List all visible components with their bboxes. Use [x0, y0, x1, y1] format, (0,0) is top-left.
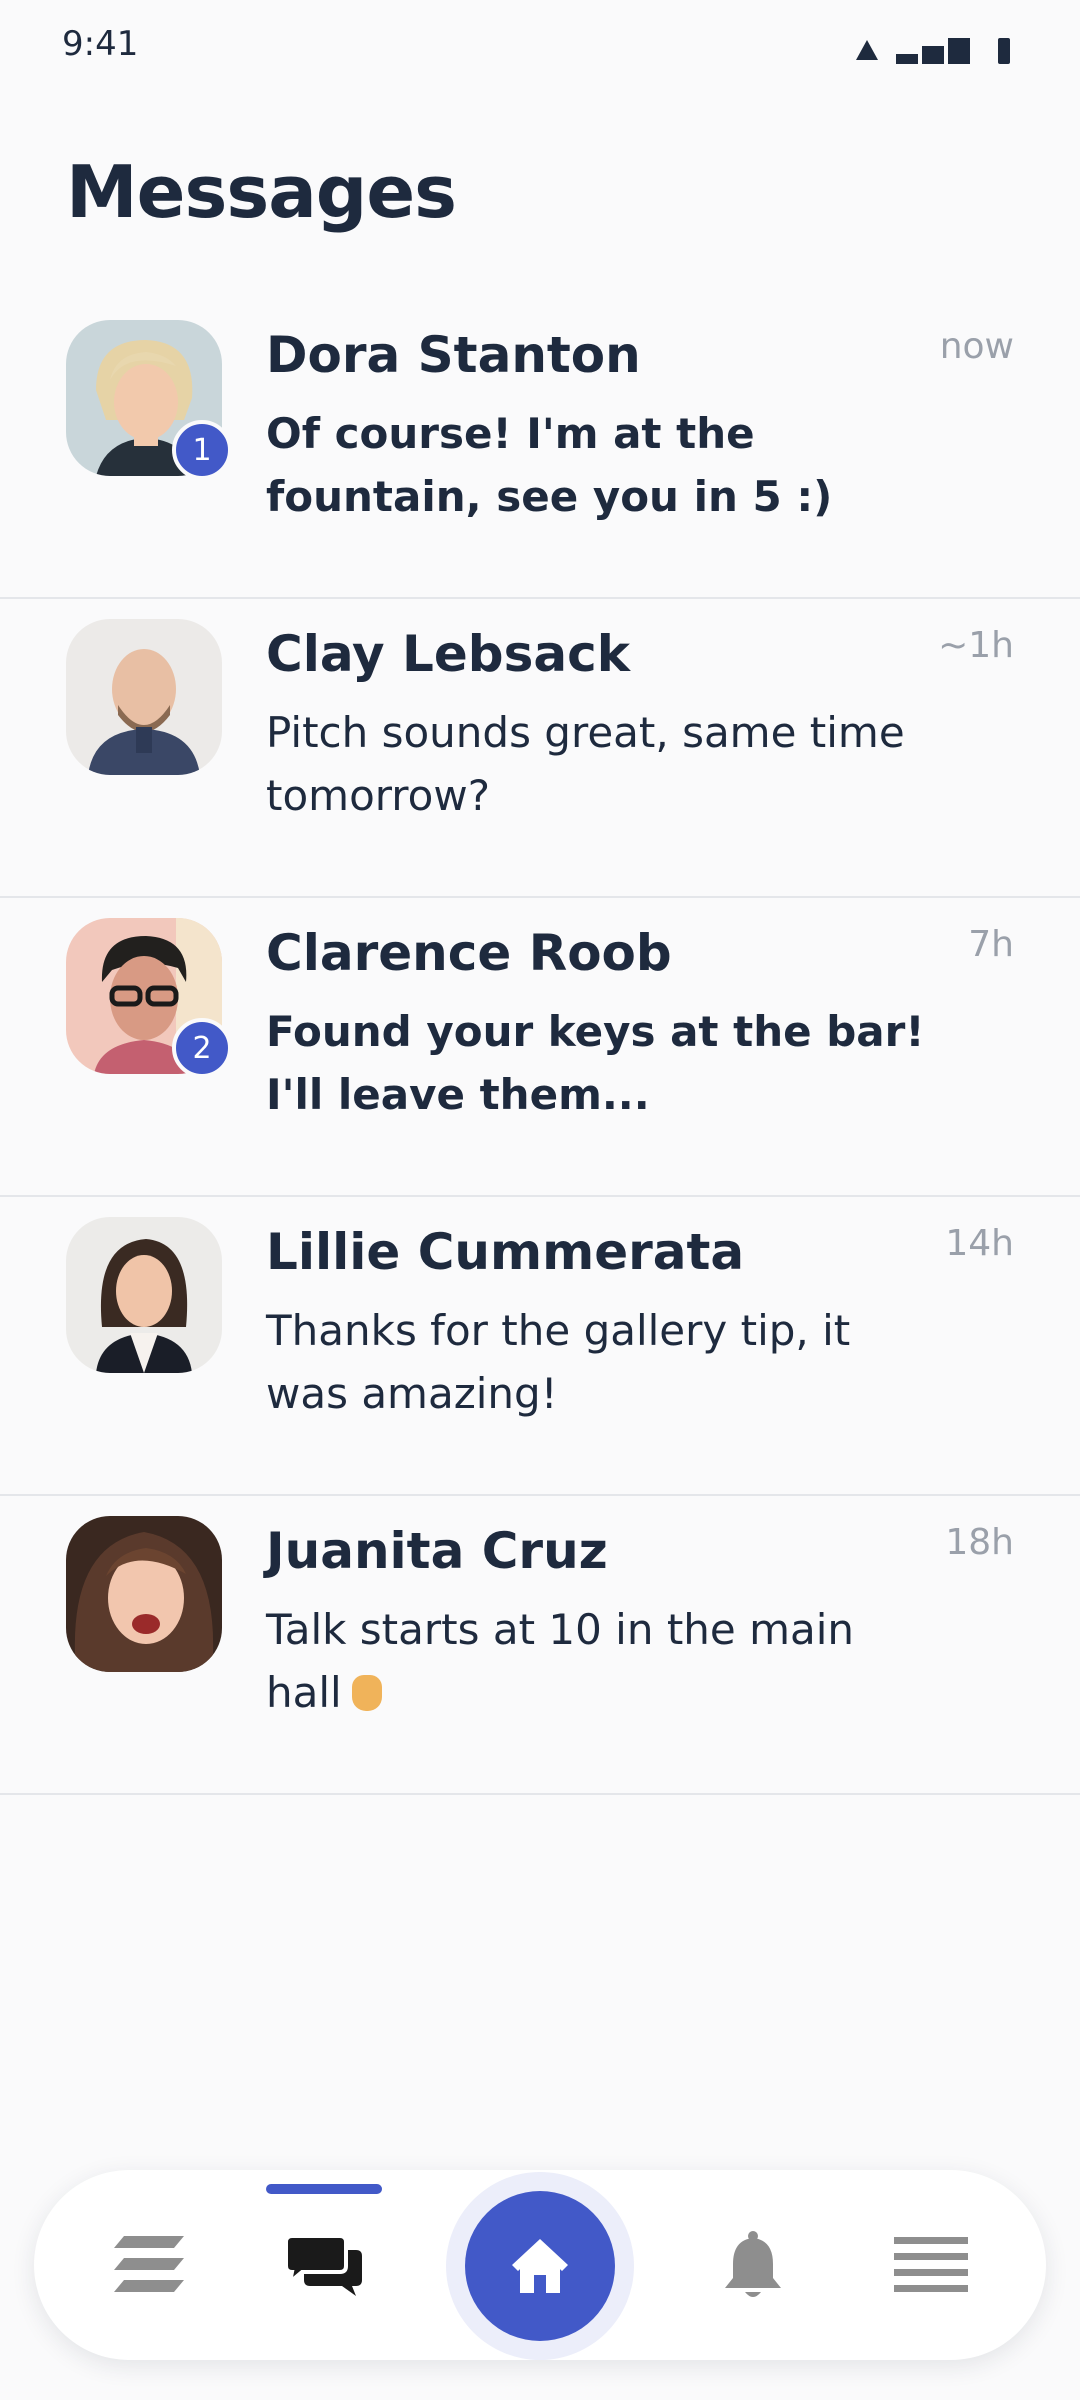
home-button[interactable] [465, 2191, 615, 2341]
contact-name: Dora Stanton [266, 326, 641, 384]
conversation-item[interactable]: Lillie Cummerata Thanks for the gallery … [0, 1197, 1080, 1496]
message-preview: Pitch sounds great, same time tomorrow? [266, 708, 905, 820]
home-button-ring [446, 2172, 634, 2360]
message-list: 1 Dora Stanton Of course! I'm at the fou… [0, 300, 1080, 1795]
message-preview: Thanks for the gallery tip, it was amazi… [266, 1306, 851, 1418]
nav-messages[interactable] [249, 2170, 399, 2360]
status-bar: 9:41 [0, 0, 1080, 90]
avatar-wrap: 2 [66, 918, 232, 1078]
messages-screen: 9:41 Messages 1 Dora Stanton Of course! … [0, 0, 1080, 2400]
message-preview: Found your keys at the bar! I'll leave t… [266, 1007, 925, 1119]
signal-icon [896, 34, 970, 64]
feed-icon [114, 2236, 184, 2292]
message-preview: Talk starts at 10 in the main hall [266, 1598, 926, 1724]
avatar-wrap: 1 [66, 320, 232, 480]
avatar [66, 619, 222, 775]
nav-menu[interactable] [856, 2170, 1006, 2360]
message-time: ~1h [938, 625, 1014, 666]
bottom-navigation [34, 2170, 1046, 2360]
raised-hand-emoji-icon [351, 1675, 382, 1711]
contact-name: Clay Lebsack [266, 625, 630, 683]
page-title: Messages [66, 150, 457, 234]
avatar [66, 1217, 222, 1373]
nav-feed[interactable] [74, 2170, 224, 2360]
avatar [66, 1516, 222, 1672]
contact-name: Juanita Cruz [266, 1522, 608, 1580]
conversation-item[interactable]: 2 Clarence Roob Found your keys at the b… [0, 898, 1080, 1197]
status-time: 9:41 [62, 24, 139, 64]
avatar-wrap [66, 1217, 222, 1373]
message-time: now [939, 326, 1014, 367]
message-time: 14h [945, 1223, 1014, 1264]
message-preview: Of course! I'm at the fountain, see you … [266, 409, 833, 521]
wifi-icon [856, 40, 878, 60]
avatar-wrap [66, 1516, 222, 1672]
avatar-wrap [66, 619, 222, 775]
nav-notifications[interactable] [678, 2170, 828, 2360]
chat-icon [286, 2234, 362, 2296]
home-icon [512, 2239, 568, 2293]
message-time: 18h [945, 1522, 1014, 1563]
unread-badge: 2 [172, 1018, 232, 1078]
status-icons [856, 34, 1010, 64]
battery-icon [998, 38, 1010, 64]
conversation-item[interactable]: Juanita Cruz Talk starts at 10 in the ma… [0, 1496, 1080, 1795]
message-time: 7h [968, 924, 1014, 965]
bell-icon [725, 2231, 781, 2297]
menu-icon [894, 2237, 968, 2292]
conversation-item[interactable]: 1 Dora Stanton Of course! I'm at the fou… [0, 300, 1080, 599]
contact-name: Lillie Cummerata [266, 1223, 745, 1281]
conversation-item[interactable]: Clay Lebsack Pitch sounds great, same ti… [0, 599, 1080, 898]
contact-name: Clarence Roob [266, 924, 672, 982]
unread-badge: 1 [172, 420, 232, 480]
